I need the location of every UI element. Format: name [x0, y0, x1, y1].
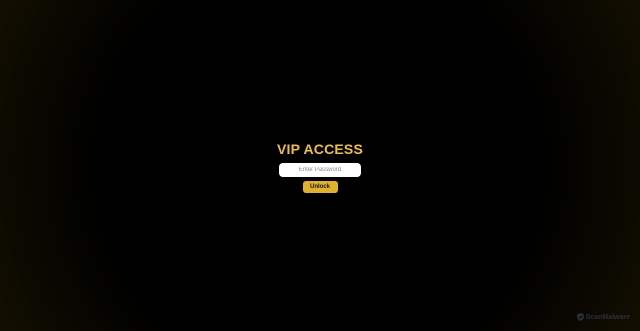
password-input[interactable]: [279, 163, 361, 177]
unlock-button[interactable]: Unlock: [302, 181, 338, 193]
shield-icon: [576, 313, 584, 321]
watermark-text: ScanMalware: [585, 313, 630, 321]
page-title: VIP ACCESS: [276, 141, 364, 157]
watermark: ScanMalware: [576, 313, 630, 321]
login-panel: VIP ACCESS Unlock: [0, 142, 640, 193]
